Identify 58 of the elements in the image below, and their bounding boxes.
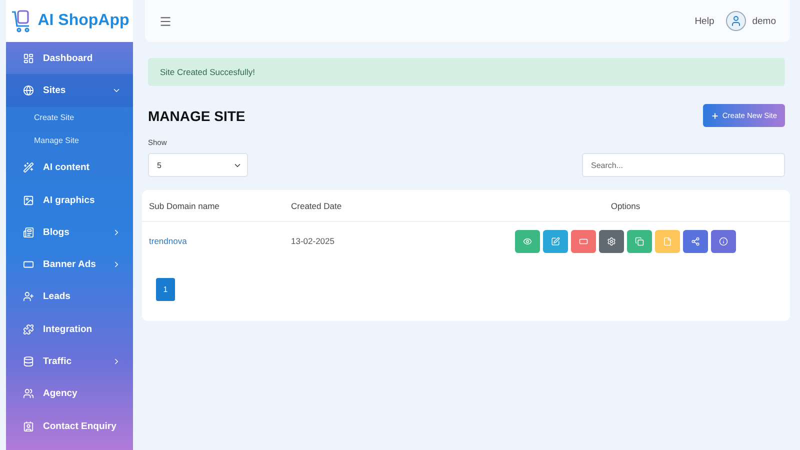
database-icon [23,356,34,368]
image-icon [23,194,34,206]
sidebar-item[interactable]: AI content [6,152,133,184]
table-cell-text: 13-02-2025 [291,236,336,246]
rectangle-icon [23,259,34,270]
success-alert: Site Created Succesfully! [148,58,785,86]
info-icon [719,236,728,246]
domain-link[interactable]: trendnova [149,236,291,246]
column-header: Options [610,200,642,210]
user-name[interactable]: demo [752,16,776,26]
rectangle-icon [579,236,588,246]
help-link[interactable]: Help [694,16,714,26]
globe-icon [23,84,34,96]
chevron-right-icon [112,260,121,270]
users-icon [23,388,34,400]
dashboard-icon [23,52,34,64]
chevron-right-icon [112,228,121,237]
contact-card-icon [23,420,34,432]
settings-button[interactable] [599,230,624,252]
show-select[interactable]: 5 [148,153,248,177]
info-button[interactable] [711,230,736,252]
column-header: Sub Domain name [149,200,220,210]
sidebar-item[interactable]: Banner Ads [6,248,133,281]
file-icon [663,236,672,246]
share-button[interactable] [683,230,708,252]
sidebar-item[interactable]: Traffic [6,345,133,378]
avatar-icon[interactable] [726,11,746,31]
newspaper-icon [23,226,34,238]
search-field[interactable]: Search... [582,153,785,177]
eye-icon [523,236,532,246]
submenu-item[interactable]: Manage Site [6,129,133,152]
puzzle-icon [23,324,34,335]
sidebar-item[interactable]: Integration [6,313,133,346]
sidebar-item[interactable]: AI graphics [6,184,133,216]
column-header: Created Date [291,200,343,210]
wand-icon [23,162,34,174]
sidebar-item[interactable]: Leads [6,280,133,314]
edit-button[interactable] [543,230,568,252]
ad-button[interactable] [571,230,596,252]
user-plus-icon [23,291,34,302]
sidebar-item[interactable]: Sites [6,74,133,107]
chevron-right-icon [112,357,121,366]
gear-icon [607,236,616,246]
plus-icon [711,112,720,120]
brand-name: AI ShopApp [38,12,130,30]
pen-icon [551,236,560,246]
copy-button[interactable] [627,230,652,252]
sidebar-item[interactable]: Blogs [6,216,133,248]
submenu-item[interactable]: Create Site [6,106,133,130]
copy-icon [635,236,644,246]
sidebar-item[interactable]: Agency [6,378,133,410]
sidebar-item[interactable]: Dashboard [6,42,133,74]
menu-icon[interactable] [159,14,172,28]
view-button[interactable] [515,230,540,252]
share-icon [691,236,700,246]
page-title: MANAGE SITE [148,108,246,124]
sidebar-item[interactable]: Contact Enquiry [6,410,133,442]
page-button[interactable]: 1 [156,278,175,301]
